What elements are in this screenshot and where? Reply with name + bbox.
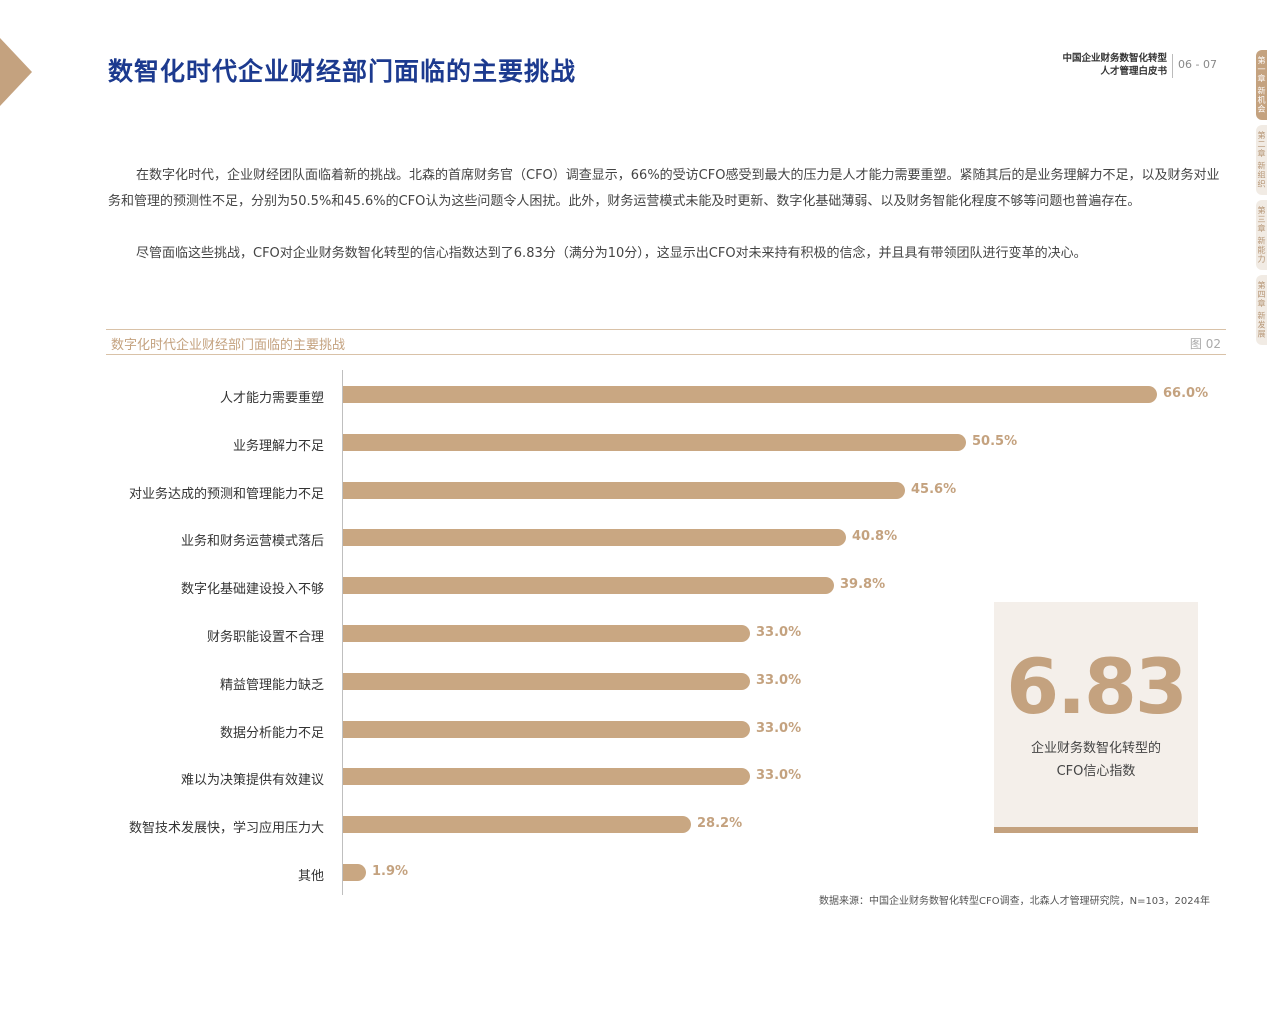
figure-number: 图 02 (1189, 337, 1221, 351)
bar-category-label: 对业务达成的预测和管理能力不足 (128, 486, 324, 502)
confidence-index-card: 6.83 企业财务数智化转型的 CFO信心指数 (994, 602, 1198, 833)
corner-marker (0, 38, 32, 106)
bar-category-label: 业务和财务运营模式落后 (180, 534, 324, 550)
bar-category-label: 业务理解力不足 (232, 438, 324, 454)
bar-category-label: 人才能力需要重塑 (219, 391, 324, 406)
page-title: 数智化时代企业财经部门面临的主要挑战 (108, 57, 577, 86)
bar (343, 816, 691, 834)
bar-category-label: 数据分析能力不足 (219, 725, 324, 741)
bar (343, 481, 905, 499)
bar (343, 625, 750, 642)
bar (343, 386, 1157, 403)
confidence-index-label-line1: 企业财务数智化转型的 (1030, 741, 1161, 756)
bar-value-label: 33.0% (756, 720, 802, 736)
bar-value-label: 50.5% (972, 433, 1018, 449)
bar (343, 672, 750, 690)
bar-value-label: 33.0% (756, 768, 802, 784)
report-name: 中国企业财务数智化转型 人才管理白皮书 (1062, 52, 1167, 78)
bar-category-label: 其他 (297, 869, 324, 884)
bar-value-label: 66.0% (1163, 386, 1209, 401)
figure-title: 数字化时代企业财经部门面临的主要挑战 (111, 338, 346, 353)
bar-category-label: 精益管理能力缺乏 (219, 677, 324, 693)
bar (343, 864, 366, 881)
bar-category-label: 财务职能设置不合理 (206, 630, 324, 645)
bar-category-label: 数字化基础建设投入不够 (180, 582, 324, 598)
chapter-tab-2[interactable]: 第二章 新组织 (1256, 125, 1267, 195)
chapter-tab-1[interactable]: 第一章 新机会 (1256, 50, 1267, 120)
bar-value-label: 28.2% (697, 816, 743, 832)
bar-category-label: 难以为决策提供有效建议 (180, 773, 324, 789)
chapter-tabs: 第一章 新机会 第二章 新组织 第三章 新能力 第四章 新发展 (1256, 50, 1280, 350)
bar-value-label: 45.6% (911, 481, 957, 497)
confidence-index-label: 企业财务数智化转型的 CFO信心指数 (994, 737, 1198, 783)
bar (343, 433, 966, 451)
confidence-index-value: 6.83 (1006, 642, 1188, 731)
bar (343, 768, 750, 786)
bar-value-label: 33.0% (756, 625, 802, 640)
chapter-tab-3[interactable]: 第三章 新能力 (1256, 200, 1267, 270)
bar-value-label: 39.8% (840, 577, 886, 593)
report-name-line2: 人才管理白皮书 (1100, 66, 1167, 77)
card-base-strip (994, 827, 1198, 833)
data-source-note: 数据来源：中国企业财务数智化转型CFO调查，北森人才管理研究院，N=103，20… (818, 896, 1210, 907)
report-name-line1: 中国企业财务数智化转型 (1062, 53, 1167, 64)
header-divider (1172, 54, 1173, 78)
bar (343, 720, 750, 738)
bar-value-label: 1.9% (372, 864, 409, 879)
bar (343, 529, 846, 547)
bar-value-label: 40.8% (852, 529, 898, 545)
figure-title-bar: 数字化时代企业财经部门面临的主要挑战 图 02 (106, 329, 1226, 355)
body-paragraph-1: 在数字化时代，企业财经团队面临着新的挑战。北森的首席财务官（CFO）调查显示，6… (108, 168, 1220, 209)
page-numbers: 06 - 07 (1178, 58, 1217, 71)
body-paragraph-2: 尽管面临这些挑战，CFO对企业财务数智化转型的信心指数达到了6.83分（满分为1… (136, 246, 1087, 261)
bar (343, 577, 834, 595)
chapter-tab-4[interactable]: 第四章 新发展 (1256, 275, 1267, 345)
confidence-index-label-line2: CFO信心指数 (1056, 764, 1136, 779)
bar-category-label: 数智技术发展快，学习应用压力大 (128, 821, 324, 837)
bar-value-label: 33.0% (756, 672, 802, 688)
